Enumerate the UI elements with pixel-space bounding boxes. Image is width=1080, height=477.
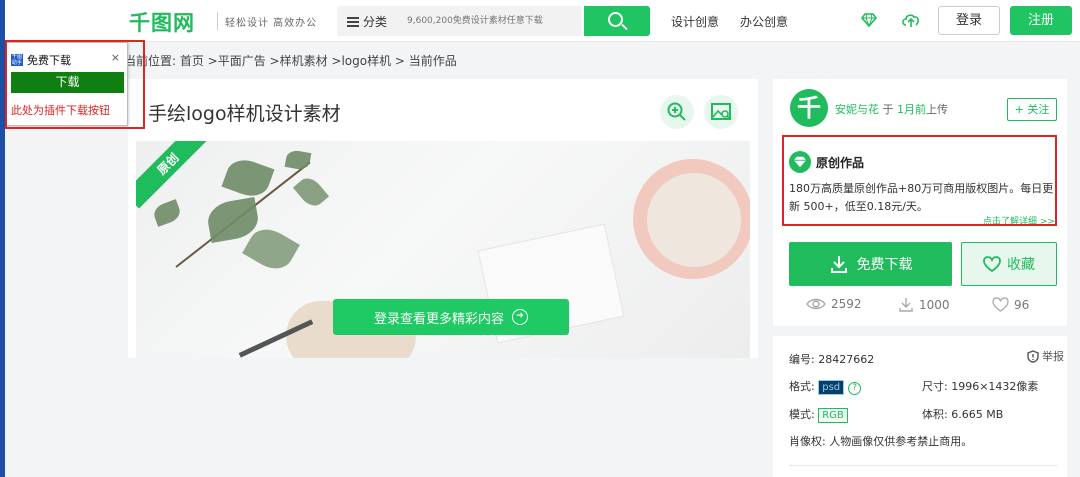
site-header: 千图网 轻松设计 高效办公 分类 设计创意 办公创意 登录 注册 bbox=[5, 0, 1080, 42]
site-slogan: 轻松设计 高效办公 bbox=[225, 18, 318, 29]
psd-badge: psd bbox=[818, 380, 845, 395]
author-name[interactable]: 安妮与花 bbox=[835, 103, 879, 116]
page-title: 手绘logo样机设计素材 bbox=[148, 103, 341, 125]
diamond-icon[interactable] bbox=[861, 12, 877, 28]
follow-button[interactable]: + 关注 bbox=[1007, 98, 1057, 121]
register-button[interactable]: 注册 bbox=[1010, 6, 1072, 35]
upload-time: 1月前 bbox=[897, 103, 926, 116]
file-info-panel: 编号: 28427662 举报 格式: psd? 尺寸: 1996×1432像素… bbox=[773, 336, 1067, 477]
portrait-rights: 肖像权: 人物画像仅供参考禁止商用。 bbox=[789, 435, 973, 448]
file-dimensions: 尺寸: 1996×1432像素 bbox=[922, 380, 1039, 393]
arrow-right-icon: ➔ bbox=[512, 309, 528, 325]
report-link[interactable]: 举报 bbox=[1027, 348, 1064, 364]
download-icon bbox=[830, 256, 847, 273]
login-to-view-button[interactable]: 登录查看更多精彩内容 ➔ bbox=[333, 299, 569, 335]
category-dropdown[interactable]: 分类 bbox=[347, 13, 387, 30]
cta-label: 登录查看更多精彩内容 bbox=[373, 311, 504, 327]
image-search-button[interactable] bbox=[704, 95, 738, 129]
like-count: 96 bbox=[992, 297, 1029, 312]
nav-design-creative[interactable]: 设计创意 bbox=[671, 13, 719, 30]
help-icon[interactable]: ? bbox=[848, 382, 862, 395]
zoom-button[interactable] bbox=[660, 95, 694, 129]
breadcrumb[interactable]: 当前位置: 首页 >平面广告 >样机素材 >logo样机 > 当前作品 bbox=[124, 52, 457, 69]
search-input[interactable] bbox=[407, 11, 577, 31]
search-bar: 分类 bbox=[337, 6, 582, 36]
category-label: 分类 bbox=[363, 15, 388, 29]
cloud-upload-icon[interactable] bbox=[901, 12, 921, 28]
avatar[interactable]: 千 bbox=[790, 89, 828, 127]
divider bbox=[789, 465, 1057, 466]
download-icon bbox=[899, 298, 913, 312]
shield-icon bbox=[1027, 349, 1039, 363]
nav-office-creative[interactable]: 办公创意 bbox=[740, 13, 788, 30]
rgb-badge: RGB bbox=[818, 408, 848, 423]
file-format: 格式: psd? bbox=[789, 378, 862, 395]
favorite-button[interactable]: 收藏 bbox=[961, 242, 1057, 286]
color-mode: 模式: RGB bbox=[789, 406, 848, 423]
file-id: 编号: 28427662 bbox=[789, 353, 875, 366]
heart-icon bbox=[992, 297, 1009, 312]
download-count: 1000 bbox=[898, 297, 950, 313]
view-count: 2592 bbox=[806, 297, 862, 311]
file-volume: 体积: 6.665 MB bbox=[922, 408, 1004, 421]
site-logo[interactable]: 千图网 bbox=[129, 7, 195, 37]
menu-icon bbox=[347, 16, 359, 27]
main-content-card: 手绘logo样机设计素材 原创 登录查看更多精彩内容 ➔ bbox=[128, 79, 758, 358]
annotation-box-original bbox=[782, 135, 1057, 226]
preview-image[interactable]: 原创 登录查看更多精彩内容 ➔ bbox=[136, 141, 750, 358]
image-search-icon bbox=[711, 103, 731, 120]
heart-icon bbox=[983, 256, 1001, 272]
eye-icon bbox=[806, 298, 826, 310]
uploader-info: 安妮与花 于 1月前上传 bbox=[835, 103, 948, 116]
search-button[interactable] bbox=[584, 6, 650, 36]
login-button[interactable]: 登录 bbox=[938, 6, 1000, 35]
logo-divider bbox=[217, 12, 218, 30]
annotation-box-plugin bbox=[5, 40, 145, 129]
zoom-in-icon bbox=[667, 102, 686, 121]
free-download-button[interactable]: 免费下载 bbox=[789, 242, 952, 286]
